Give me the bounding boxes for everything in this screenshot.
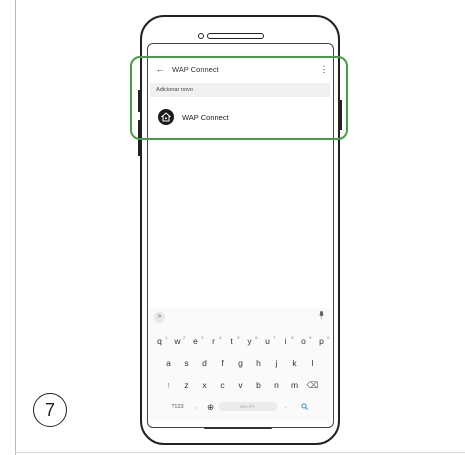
key-i[interactable]: i8 xyxy=(277,334,295,348)
shift-icon[interactable]: ↑ xyxy=(160,378,178,392)
key-c[interactable]: c xyxy=(214,378,232,392)
keyboard-toolbar: > xyxy=(149,310,332,324)
key-l[interactable]: l xyxy=(304,356,322,370)
key-y[interactable]: y6 xyxy=(241,334,259,348)
key-number-hint: 0 xyxy=(327,335,330,340)
on-screen-keyboard: > q1w2e3r4t5y6u7i8o9p0 asdfghjkl ↑ z x c v b n… xyxy=(149,308,332,420)
key-label: i xyxy=(284,336,287,346)
key-m[interactable]: m xyxy=(286,378,304,392)
key-r[interactable]: r4 xyxy=(205,334,223,348)
key-o[interactable]: o9 xyxy=(295,334,313,348)
key-x[interactable]: x xyxy=(196,378,214,392)
keyboard-row-2: asdfghjkl xyxy=(149,356,332,370)
key-h[interactable]: h xyxy=(250,356,268,370)
key-f[interactable]: f xyxy=(214,356,232,370)
step-number: 7 xyxy=(33,393,67,427)
keyboard-row-1: q1w2e3r4t5y6u7i8o9p0 xyxy=(149,334,332,348)
key-v[interactable]: v xyxy=(232,378,250,392)
key-number-hint: 9 xyxy=(309,335,312,340)
key-z[interactable]: z xyxy=(178,378,196,392)
microphone-icon[interactable] xyxy=(319,311,324,321)
key-label: u xyxy=(265,336,270,346)
key-g[interactable]: g xyxy=(232,356,250,370)
key-u[interactable]: u7 xyxy=(259,334,277,348)
frame-border-bottom xyxy=(15,452,465,453)
key-j[interactable]: j xyxy=(268,356,286,370)
chevron-right-icon[interactable]: > xyxy=(154,312,165,323)
key-t[interactable]: t5 xyxy=(223,334,241,348)
home-indicator xyxy=(204,427,272,429)
keyboard-row-4: ?123 , ⊕ EN • PT . xyxy=(149,400,332,414)
key-s[interactable]: s xyxy=(178,356,196,370)
key-label: y xyxy=(247,336,252,346)
key-label: e xyxy=(193,336,198,346)
earpiece-speaker xyxy=(207,33,264,39)
key-a[interactable]: a xyxy=(160,356,178,370)
key-label: t xyxy=(230,336,233,346)
key-w[interactable]: w2 xyxy=(169,334,187,348)
key-number-hint: 4 xyxy=(219,335,222,340)
frame-border-left xyxy=(15,0,16,455)
key-number-hint: 8 xyxy=(291,335,294,340)
key-label: o xyxy=(301,336,306,346)
keyboard-row-3: ↑ z x c v b n m ⌫ xyxy=(149,378,332,392)
key-e[interactable]: e3 xyxy=(187,334,205,348)
key-n[interactable]: n xyxy=(268,378,286,392)
key-k[interactable]: k xyxy=(286,356,304,370)
key-number-hint: 7 xyxy=(273,335,276,340)
key-d[interactable]: d xyxy=(196,356,214,370)
key-p[interactable]: p0 xyxy=(313,334,331,348)
key-number-hint: 5 xyxy=(237,335,240,340)
globe-icon[interactable]: ⊕ xyxy=(203,400,219,414)
key-number-hint: 1 xyxy=(165,335,168,340)
key-label: q xyxy=(157,336,162,346)
key-q[interactable]: q1 xyxy=(151,334,169,348)
search-icon[interactable] xyxy=(295,400,315,414)
key-number-hint: 2 xyxy=(183,335,186,340)
key-label: p xyxy=(319,336,324,346)
spacebar[interactable]: EN • PT xyxy=(218,402,277,411)
key-number-hint: 3 xyxy=(201,335,204,340)
key-number-hint: 6 xyxy=(255,335,258,340)
key-label: w xyxy=(174,336,181,346)
highlight-box xyxy=(130,56,348,140)
front-camera xyxy=(198,33,204,39)
comma-key[interactable]: , xyxy=(189,400,203,414)
key-b[interactable]: b xyxy=(250,378,268,392)
period-key[interactable]: . xyxy=(277,400,295,414)
symbols-key[interactable]: ?123 xyxy=(167,400,189,414)
key-label: r xyxy=(212,336,215,346)
backspace-icon[interactable]: ⌫ xyxy=(304,378,322,392)
